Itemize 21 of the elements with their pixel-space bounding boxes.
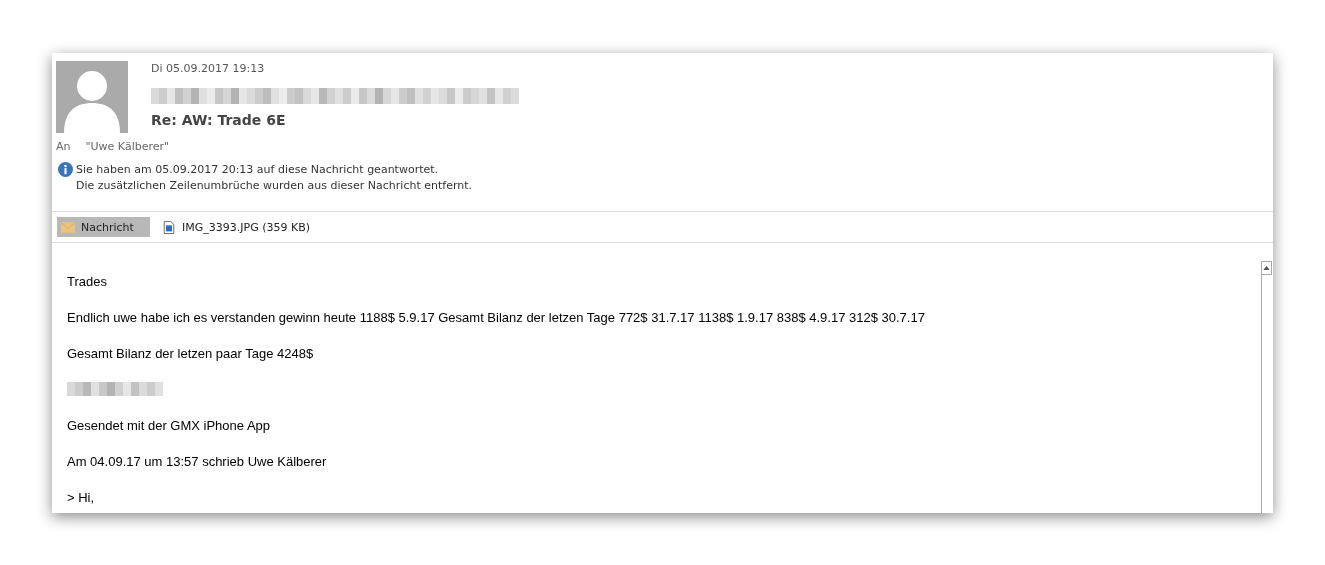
message-subject: Re: AW: Trade 6E (151, 112, 287, 128)
info-icon (58, 162, 73, 177)
message-date: Di 05.09.2017 19:13 (151, 62, 266, 75)
body-text: Gesendet mit der GMX iPhone App (67, 418, 272, 434)
attachment-tab[interactable]: Nachricht (57, 217, 150, 237)
recipient-name: "Uwe Kälberer" (85, 140, 170, 153)
scroll-up-button[interactable] (1262, 261, 1272, 275)
info-text: Sie haben am 05.09.2017 20:13 auf diese Nachricht geantwortet. (76, 162, 440, 178)
to-label: An (56, 140, 71, 153)
info-text: Die zusätzlichen Zeilenumbrüche wurden aus dieser Nachricht entfernt. (76, 178, 473, 194)
body-text: > Hi, (67, 490, 96, 506)
scrollbar[interactable] (1261, 261, 1272, 513)
body-text: Trades (67, 274, 108, 290)
attachment-tab[interactable]: IMG_3393.JPG (359 KB) (158, 217, 314, 237)
up-arrow-icon (1263, 266, 1270, 270)
body-text: Gesamt Bilanz der letzen paar Tage 4248$ (67, 346, 315, 362)
avatar-icon (56, 61, 128, 133)
body-text: Endlich uwe habe ich es verstanden gewinn heute 1188$ 5.9.17 Gesamt Bilanz der letzen Tage 772$ 31.7.17 1138$ 1.9.17 838$ 4.9.17 312$ 30.7.17 (67, 310, 926, 326)
image-file-icon (162, 220, 176, 234)
body-text: Am 04.09.17 um 13:57 schrieb Uwe Kälberer (67, 454, 328, 470)
envelope-icon (61, 220, 75, 234)
